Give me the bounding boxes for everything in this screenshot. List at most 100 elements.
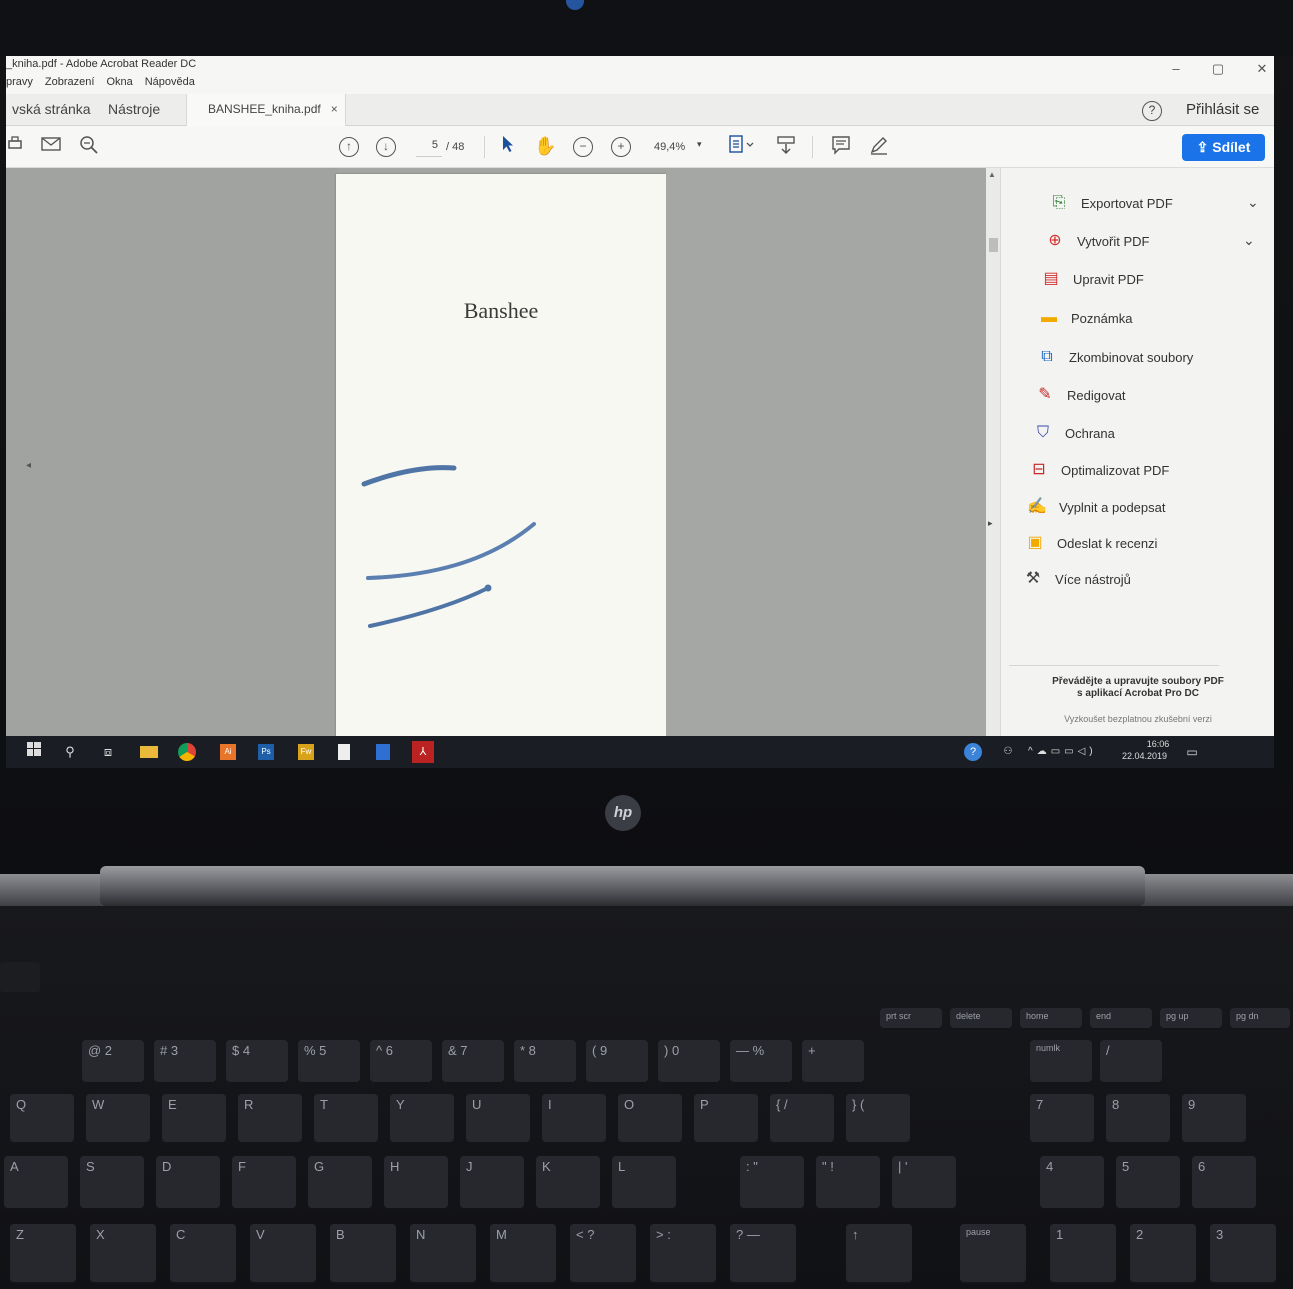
print-icon[interactable] xyxy=(6,135,26,159)
key-7: & 7 xyxy=(442,1040,504,1084)
key-f: F xyxy=(232,1156,296,1210)
restore-button[interactable]: ▢ xyxy=(1198,60,1238,80)
menu-item-window[interactable]: Okna xyxy=(106,76,132,92)
page-number-input[interactable]: 5 xyxy=(416,139,442,157)
tool-create-pdf[interactable]: ⊕ Vytvořit PDF xyxy=(1045,228,1149,254)
trial-link[interactable]: Vyzkoušet bezplatnou zkušební verzi xyxy=(1001,714,1274,724)
minimize-button[interactable]: – xyxy=(1156,60,1196,80)
chevron-down-icon[interactable]: ⌄ xyxy=(1243,232,1255,249)
optimize-pdf-icon: ⊟ xyxy=(1032,461,1046,478)
acrobat-icon[interactable]: ⅄ xyxy=(412,741,434,763)
page-total: / 48 xyxy=(446,141,465,153)
comment-icon[interactable] xyxy=(830,135,852,159)
expand-tools-pane-icon[interactable]: ▸ xyxy=(988,518,993,529)
tab-document[interactable]: BANSHEE_kniha.pdf × xyxy=(186,94,346,126)
tool-fill-sign[interactable]: ✍ Vyplnit a podepsat xyxy=(1027,494,1165,520)
help-tray-icon[interactable]: ? xyxy=(964,743,982,761)
tool-comment[interactable]: ▬ Poznámka xyxy=(1039,305,1132,331)
key-0: ) 0 xyxy=(658,1040,720,1084)
tab-home[interactable]: vská stránka xyxy=(6,94,97,126)
previous-page-icon[interactable]: ↑ xyxy=(339,137,359,157)
windows-start-icon[interactable] xyxy=(24,742,44,762)
key-end: end xyxy=(1090,1008,1152,1030)
tools-pane: ⎘ Exportovat PDF ⌄ ⊕ Vytvořit PDF ⌄ ▤ Up… xyxy=(1000,168,1274,768)
key-z: Z xyxy=(10,1224,76,1284)
tool-label: Optimalizovat PDF xyxy=(1061,462,1170,478)
mail-icon[interactable] xyxy=(40,135,62,159)
tool-label: Vyplnit a podepsat xyxy=(1059,499,1166,515)
page-heading: Banshee xyxy=(463,298,539,323)
tool-export-pdf[interactable]: ⎘ Exportovat PDF xyxy=(1049,190,1173,216)
scroll-up-icon[interactable]: ▲ xyxy=(988,170,996,179)
chrome-icon[interactable] xyxy=(178,743,196,761)
tab-tools[interactable]: Nástroje xyxy=(102,94,166,126)
vertical-scrollbar[interactable]: ▲ ▸ xyxy=(986,168,1000,768)
share-label: Sdílet xyxy=(1212,139,1251,155)
key-num4: 4 xyxy=(1040,1156,1104,1210)
zoom-level[interactable]: 49,4% xyxy=(654,141,685,153)
next-page-icon[interactable]: ↓ xyxy=(376,137,396,157)
menu-item-view[interactable]: Zobrazení xyxy=(45,76,95,92)
word-icon[interactable] xyxy=(376,744,390,760)
chevron-down-icon[interactable]: ⌄ xyxy=(1247,194,1259,211)
speaker-grille xyxy=(0,962,40,992)
hand-tool-icon[interactable]: ✋ xyxy=(534,135,556,159)
scroll-mode-icon[interactable] xyxy=(774,135,798,159)
key-5: % 5 xyxy=(298,1040,360,1084)
toolbar-divider xyxy=(484,136,485,158)
zoom-out-icon[interactable]: − xyxy=(573,137,593,157)
highlight-pen-icon[interactable] xyxy=(868,135,890,159)
file-explorer-icon[interactable] xyxy=(140,746,158,758)
tool-combine-files[interactable]: ⧉ Zkombinovat soubory xyxy=(1037,344,1193,370)
task-view-icon[interactable]: ⧈ xyxy=(98,742,118,762)
key-b: B xyxy=(330,1224,396,1284)
sign-icon: ✍ xyxy=(1027,498,1047,515)
key-j: J xyxy=(460,1156,524,1210)
scrollbar-thumb[interactable] xyxy=(989,238,998,252)
tool-edit-pdf[interactable]: ▤ Upravit PDF xyxy=(1041,266,1143,292)
system-tray-icons[interactable]: ^☁▭▭◁) xyxy=(1028,742,1108,762)
fit-page-icon[interactable] xyxy=(726,135,756,159)
key-s: S xyxy=(80,1156,144,1210)
premiere-icon[interactable]: Fw xyxy=(298,744,314,760)
key-3: # 3 xyxy=(154,1040,216,1084)
search-icon[interactable]: ⚲ xyxy=(60,742,80,762)
zoom-dropdown-icon[interactable]: ▾ xyxy=(697,139,702,150)
illustrator-icon[interactable]: Ai xyxy=(220,744,236,760)
key-6: ^ 6 xyxy=(370,1040,432,1084)
people-icon[interactable]: ⚇ xyxy=(998,742,1018,762)
collapse-left-panel-icon[interactable]: ◂ xyxy=(26,460,31,471)
notepad-icon[interactable] xyxy=(338,744,350,760)
key-prtscr: prt scr xyxy=(880,1008,942,1030)
tool-optimize-pdf[interactable]: ⊟ Optimalizovat PDF xyxy=(1029,457,1169,483)
key-num2: 2 xyxy=(1130,1224,1196,1284)
clock-date[interactable]: 22.04.2019 xyxy=(1122,751,1167,761)
clock-time[interactable]: 16:06 xyxy=(1138,739,1178,749)
signin-link[interactable]: Přihlásit se xyxy=(1186,94,1259,126)
key-delete: delete xyxy=(950,1008,1012,1030)
search-zoom-icon[interactable] xyxy=(78,135,100,159)
menu-item-edit[interactable]: pravy xyxy=(6,76,33,92)
key-semicolon: : " xyxy=(740,1156,804,1210)
tool-protect[interactable]: ⛉ Ochrana xyxy=(1033,420,1115,446)
menu-item-help[interactable]: Nápověda xyxy=(145,76,195,92)
document-viewport[interactable]: ◂ Banshee xyxy=(6,168,994,768)
key-k: K xyxy=(536,1156,600,1210)
key-bracket-left: { / xyxy=(770,1094,834,1144)
close-window-button[interactable]: ✕ xyxy=(1242,60,1274,80)
notifications-icon[interactable]: ▭ xyxy=(1182,742,1202,762)
zoom-in-icon[interactable]: + xyxy=(611,137,631,157)
brush-strokes-illustration xyxy=(361,465,536,628)
close-tab-icon[interactable]: × xyxy=(331,102,338,116)
key-comma: < ? xyxy=(570,1224,636,1284)
select-cursor-icon[interactable] xyxy=(500,135,516,159)
photoshop-icon[interactable]: Ps xyxy=(258,744,274,760)
help-icon[interactable]: ? xyxy=(1142,101,1162,121)
tool-redact[interactable]: ✎ Redigovat xyxy=(1035,382,1125,408)
tool-label: Více nástrojů xyxy=(1055,571,1131,587)
key-d: D xyxy=(156,1156,220,1210)
key-g: G xyxy=(308,1156,372,1210)
share-button[interactable]: ⇪ Sdílet xyxy=(1182,134,1265,161)
tool-more-tools[interactable]: ⚒ Více nástrojů xyxy=(1023,566,1131,592)
tool-send-review[interactable]: ▣ Odeslat k recenzi xyxy=(1025,530,1157,556)
